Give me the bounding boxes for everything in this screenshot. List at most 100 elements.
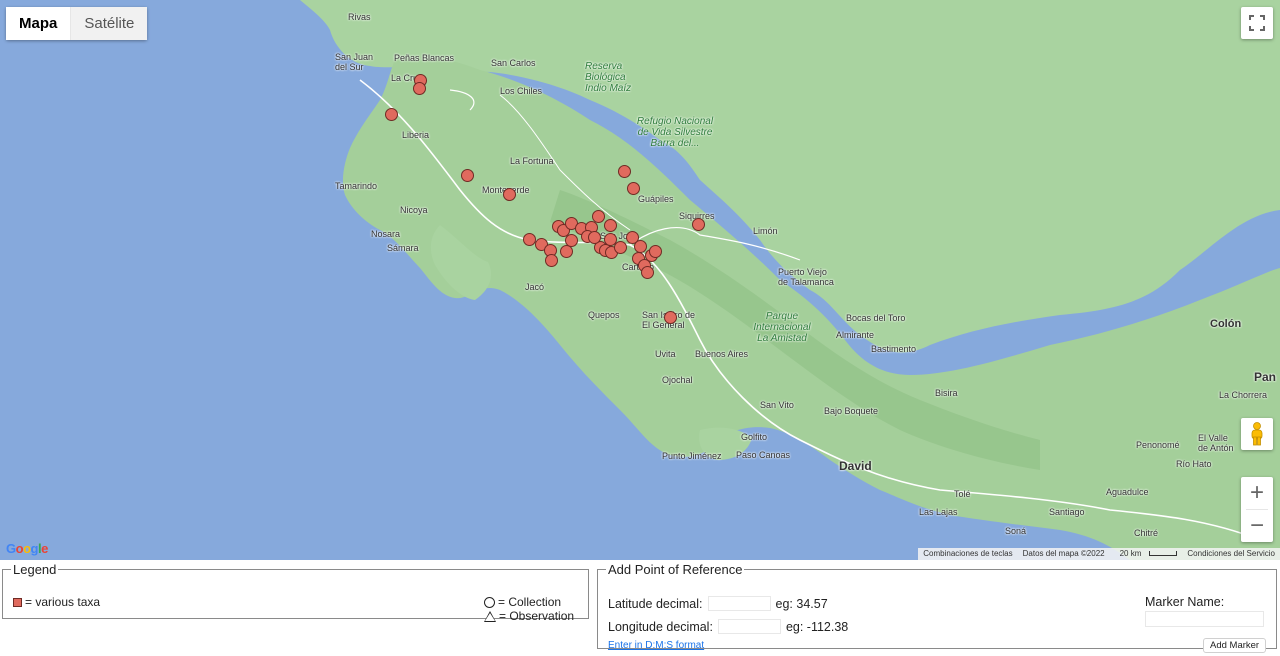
google-logo: Google — [6, 541, 48, 556]
reference-title: Add Point of Reference — [608, 562, 743, 577]
terms-link[interactable]: Condiciones del Servicio — [1182, 548, 1280, 560]
latitude-example: eg: 34.57 — [775, 596, 828, 611]
taxa-label: = various taxa — [25, 595, 101, 609]
longitude-example: eg: -112.38 — [785, 619, 849, 634]
map-label: Penonomé — [1136, 440, 1180, 450]
legend-collection-entry: = Collection — [484, 595, 574, 609]
longitude-row: Longitude decimal: eg: -112.38 — [608, 619, 848, 634]
map-label: Punto Jiménez — [662, 451, 722, 461]
map-label: Bocas del Toro — [846, 313, 906, 323]
map-view[interactable]: Rivas San Juan del Sur Peñas Blancas La … — [0, 0, 1280, 560]
map-label: Paso Canoas — [736, 450, 791, 460]
map-label: Sámara — [387, 243, 419, 253]
latitude-label: Latitude decimal: — [608, 596, 703, 611]
map-marker[interactable] — [692, 218, 705, 231]
map-label: Santiago — [1049, 507, 1085, 517]
longitude-label: Longitude decimal: — [608, 619, 713, 634]
map-marker[interactable] — [385, 108, 398, 121]
zoom-out-button[interactable]: − — [1241, 510, 1273, 542]
map-label: Los Chiles — [500, 86, 543, 96]
map-marker[interactable] — [649, 245, 662, 258]
zoom-control: + − — [1241, 477, 1273, 542]
marker-name-input[interactable] — [1145, 611, 1264, 627]
map-attribution: Combinaciones de teclas Datos del mapa ©… — [918, 548, 1280, 560]
map-marker[interactable] — [604, 219, 617, 232]
street-view-button[interactable] — [1241, 418, 1273, 450]
taxa-square-icon — [13, 598, 22, 608]
map-label: Uvita — [655, 349, 676, 359]
observation-label: = Observation — [499, 609, 575, 623]
map-marker[interactable] — [413, 82, 426, 95]
scale-label: 20 km — [1119, 549, 1142, 558]
map-label: Bastimento — [871, 344, 917, 354]
map-label: Las Lajas — [919, 507, 958, 517]
map-label: Tamarindo — [335, 181, 378, 191]
map-label: Chitré — [1134, 528, 1159, 538]
map-marker[interactable] — [592, 210, 605, 223]
map-label: Limón — [753, 226, 778, 236]
legend-title: Legend — [13, 562, 57, 577]
map-label: Guápiles — [638, 194, 674, 204]
map-label: Golfito — [741, 432, 768, 442]
map-label: Bajo Boquete — [824, 406, 879, 416]
map-marker[interactable] — [461, 169, 474, 182]
map-label: Peñas Blancas — [394, 53, 455, 63]
map-marker[interactable] — [503, 188, 516, 201]
map-marker[interactable] — [618, 165, 631, 178]
map-label: Reserva Biológica Indio Maíz — [585, 61, 632, 94]
map-label: Refugio Nacional de Vida Silvestre Barra… — [636, 116, 714, 149]
map-data-text: Datos del mapa ©2022 — [1022, 549, 1105, 558]
map-label: Aguadulce — [1106, 487, 1149, 497]
pegman-icon — [1251, 422, 1263, 446]
map-marker[interactable] — [588, 231, 601, 244]
longitude-input[interactable] — [717, 619, 781, 634]
map-label: Nicoya — [400, 205, 428, 215]
scale-bar[interactable]: 20 km — [1110, 548, 1183, 560]
map-marker[interactable] — [545, 254, 558, 267]
map-label: Jacó — [525, 282, 545, 292]
map-label: David — [839, 459, 872, 473]
map-label: Nosara — [371, 229, 401, 239]
dms-format-link[interactable]: Enter in D:M:S format — [608, 640, 704, 651]
map-label: Rivas — [348, 12, 371, 22]
map-label: El Valle de Antón — [1198, 433, 1234, 453]
fullscreen-icon — [1249, 15, 1265, 31]
map-label: La Fortuna — [510, 156, 554, 166]
map-type-satellite-button[interactable]: Satélite — [71, 7, 148, 40]
map-marker[interactable] — [565, 234, 578, 247]
map-label: San Juan del Sur — [335, 52, 374, 72]
map-label: Quepos — [588, 310, 620, 320]
add-reference-panel: Add Point of Reference Latitude decimal:… — [597, 562, 1277, 653]
map-label: Colón — [1210, 318, 1242, 330]
map-marker[interactable] — [641, 266, 654, 279]
scale-line — [1149, 551, 1178, 557]
legend-panel: Legend = various taxa = Collection = Obs… — [2, 562, 589, 623]
keyboard-shortcuts-link[interactable]: Combinaciones de teclas — [918, 548, 1017, 560]
fullscreen-button[interactable] — [1241, 7, 1273, 39]
map-type-map-button[interactable]: Mapa — [6, 7, 72, 40]
zoom-in-button[interactable]: + — [1241, 477, 1273, 509]
map-label: Parque Internacional La Amistad — [753, 311, 811, 344]
latitude-row: Latitude decimal: eg: 34.57 — [608, 596, 828, 611]
map-label: La Chorrera — [1219, 390, 1268, 400]
add-marker-button[interactable]: Add Marker — [1203, 638, 1267, 653]
map-label: Liberia — [402, 130, 430, 140]
map-label: Puerto Viejo de Talamanca — [778, 267, 834, 287]
legend-observation-entry: = Observation — [484, 609, 574, 623]
triangle-icon — [484, 611, 496, 623]
map-label: Tolé — [954, 489, 971, 499]
map-marker[interactable] — [604, 233, 617, 246]
map-marker[interactable] — [627, 182, 640, 195]
map-marker[interactable] — [664, 311, 677, 324]
legend-taxa-entry: = various taxa — [13, 595, 100, 609]
latitude-input[interactable] — [707, 596, 771, 611]
map-label: Pan — [1254, 370, 1277, 384]
marker-name-label: Marker Name: — [1145, 595, 1225, 609]
map-label: Soná — [1005, 526, 1027, 536]
map-label: Ojochal — [662, 375, 693, 385]
map-label: Almirante — [836, 330, 875, 340]
map-type-control: Mapa Satélite — [6, 7, 148, 40]
map-label: Bisira — [935, 388, 958, 398]
map-label: Buenos Aires — [695, 349, 749, 359]
map-label: San Carlos — [491, 58, 536, 68]
